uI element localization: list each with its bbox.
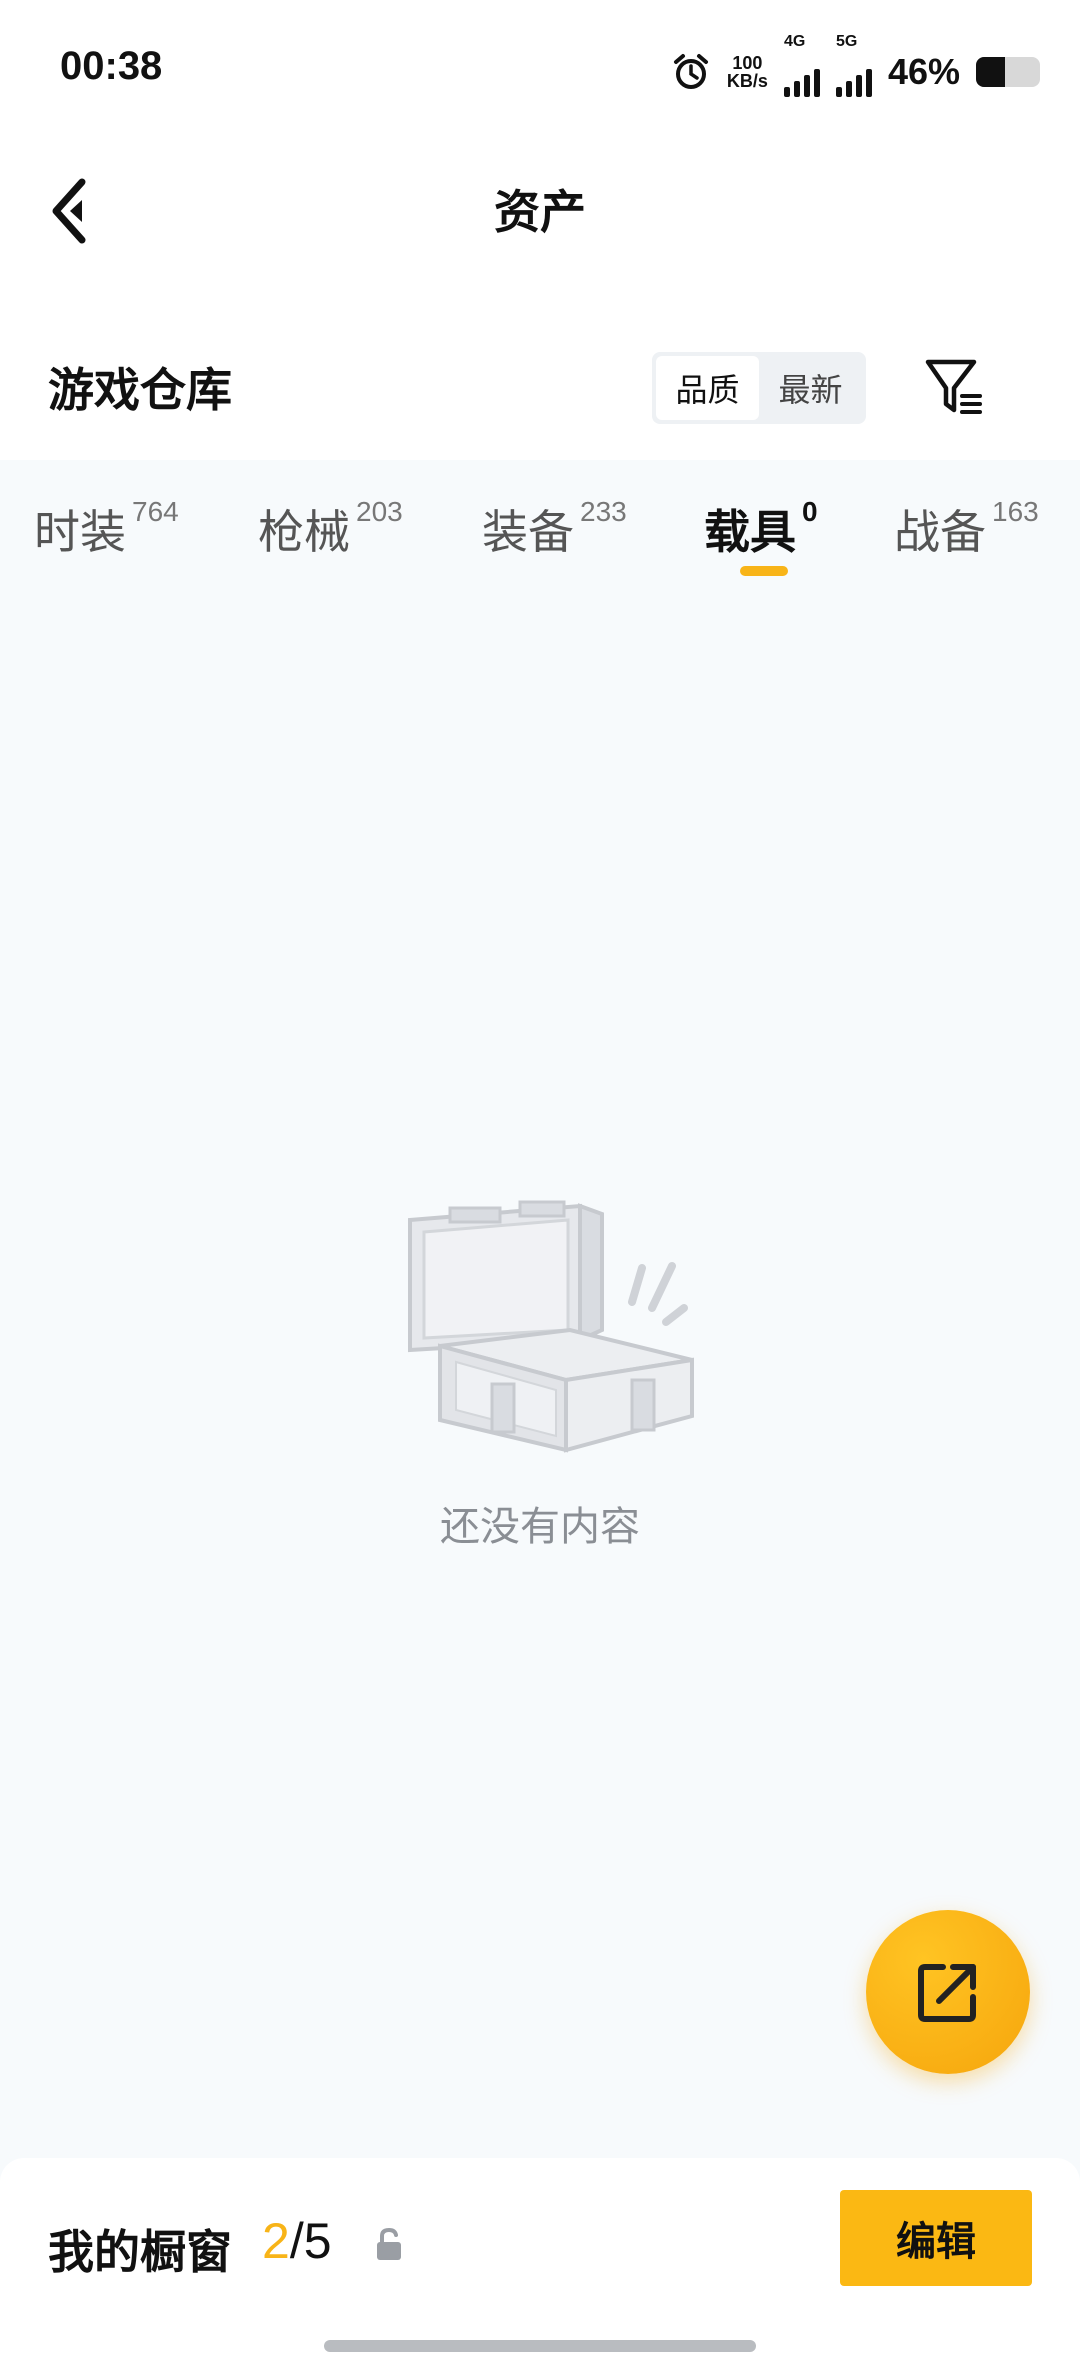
share-fab[interactable] [866, 1910, 1030, 2074]
tab-label: 装备 [482, 505, 574, 559]
showcase-label: 我的橱窗 [48, 2225, 232, 2279]
showcase-total: 5 [303, 2213, 332, 2269]
status-indicators: 100 KB/s 4G 5G 46% [671, 33, 1040, 100]
tab-count: 203 [356, 496, 403, 527]
sort-option-quality[interactable]: 品质 [656, 356, 759, 420]
edit-button[interactable]: 编辑 [840, 2190, 1032, 2286]
signal-4g-label: 4G [783, 33, 806, 50]
sort-option-newest[interactable]: 最新 [759, 356, 862, 420]
battery-level-fill [976, 57, 1006, 87]
tab-count: 764 [132, 496, 179, 527]
network-speed-value: 100 [732, 53, 763, 73]
active-tab-indicator [740, 566, 788, 576]
tab-vehicles[interactable]: 载具 0 [704, 496, 818, 562]
tab-supplies[interactable]: 战备 163 [894, 496, 1039, 562]
showcase-current: 2 [262, 2213, 290, 2269]
tab-count: 233 [580, 496, 627, 527]
tab-count: 0 [802, 496, 818, 527]
app-header: 资产 [0, 140, 1080, 320]
tab-label: 时装 [34, 505, 126, 559]
share-external-icon [918, 1964, 976, 2022]
status-bar: 00:38 100 KB/s 4G 5G 46% [0, 0, 1080, 140]
home-indicator[interactable] [324, 2340, 756, 2352]
page-title: 资产 [494, 185, 586, 239]
open-box-icon [408, 1200, 694, 1453]
alarm-icon [673, 54, 708, 89]
signal-5g-icon: 5G [835, 33, 872, 97]
battery-icon [976, 57, 1040, 87]
warehouse-title: 游戏仓库 [48, 363, 232, 417]
network-speed-unit: KB/s [726, 71, 768, 91]
lock-icon [377, 2227, 401, 2260]
status-time: 00:38 [60, 44, 163, 88]
warehouse-header: 游戏仓库 品质 最新 [0, 320, 1080, 460]
signal-4g-icon: 4G [783, 33, 820, 97]
filter-icon [925, 359, 982, 414]
battery-percent: 46% [887, 51, 960, 92]
tab-label: 战备 [894, 505, 986, 559]
tab-fashion[interactable]: 时装 764 [34, 496, 179, 562]
tab-count: 163 [992, 496, 1039, 527]
empty-state-text: 还没有内容 [440, 1504, 640, 1550]
empty-state: 还没有内容 [0, 1180, 1080, 1552]
signal-5g-label: 5G [835, 33, 858, 50]
tab-label: 枪械 [258, 505, 350, 559]
tab-label: 载具 [704, 505, 796, 559]
showcase-count: 2/5 [262, 2212, 332, 2270]
filter-button[interactable] [918, 350, 990, 422]
showcase-separator: / [289, 2213, 304, 2269]
network-speed: 100 KB/s [727, 54, 768, 90]
tab-firearms[interactable]: 枪械 203 [258, 496, 403, 562]
tab-equipment[interactable]: 装备 233 [482, 496, 627, 562]
category-tabs: 时装 764 枪械 203 装备 233 载具 0 战备 163 [0, 460, 1080, 590]
sort-toggle: 品质 最新 [652, 352, 866, 424]
